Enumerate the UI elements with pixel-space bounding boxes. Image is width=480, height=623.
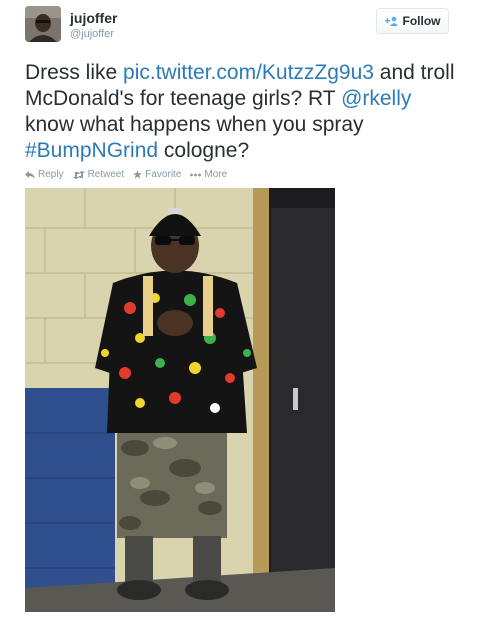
tweet-text-part: Dress like xyxy=(25,61,124,84)
follow-button[interactable]: Follow xyxy=(376,8,449,34)
follow-label: Follow xyxy=(402,14,441,28)
reply-icon xyxy=(25,170,35,179)
more-button[interactable]: More xyxy=(190,169,227,180)
user-handle[interactable]: @jujoffer xyxy=(70,28,114,40)
reply-label: Reply xyxy=(38,169,64,180)
hashtag-link[interactable]: #BumpNGrind xyxy=(25,139,158,162)
reply-button[interactable]: Reply xyxy=(25,169,64,180)
tweet-text: Dress like pic.twitter.com/KutzzZg9u3 an… xyxy=(25,60,455,164)
more-label: More xyxy=(204,169,228,180)
tweet-text-part: cologne? xyxy=(158,139,250,162)
retweet-icon xyxy=(72,170,85,179)
retweet-button[interactable]: Retweet xyxy=(72,169,125,180)
tweet-photo[interactable] xyxy=(25,188,335,612)
more-icon xyxy=(190,173,202,177)
tweet-media-link[interactable]: pic.twitter.com/KutzzZg9u3 xyxy=(123,61,374,84)
tweet-actions: Reply Retweet Favorite More xyxy=(25,169,227,180)
favorite-icon xyxy=(133,170,143,179)
tweet-text-part: know what happens when you spray xyxy=(25,113,364,136)
favorite-button[interactable]: Favorite xyxy=(133,169,181,180)
favorite-label: Favorite xyxy=(145,169,182,180)
mention-link[interactable]: @rkelly xyxy=(341,87,411,110)
display-name[interactable]: jujoffer xyxy=(70,10,117,26)
retweet-label: Retweet xyxy=(87,169,125,180)
follow-icon xyxy=(384,16,399,26)
avatar[interactable] xyxy=(25,6,61,42)
